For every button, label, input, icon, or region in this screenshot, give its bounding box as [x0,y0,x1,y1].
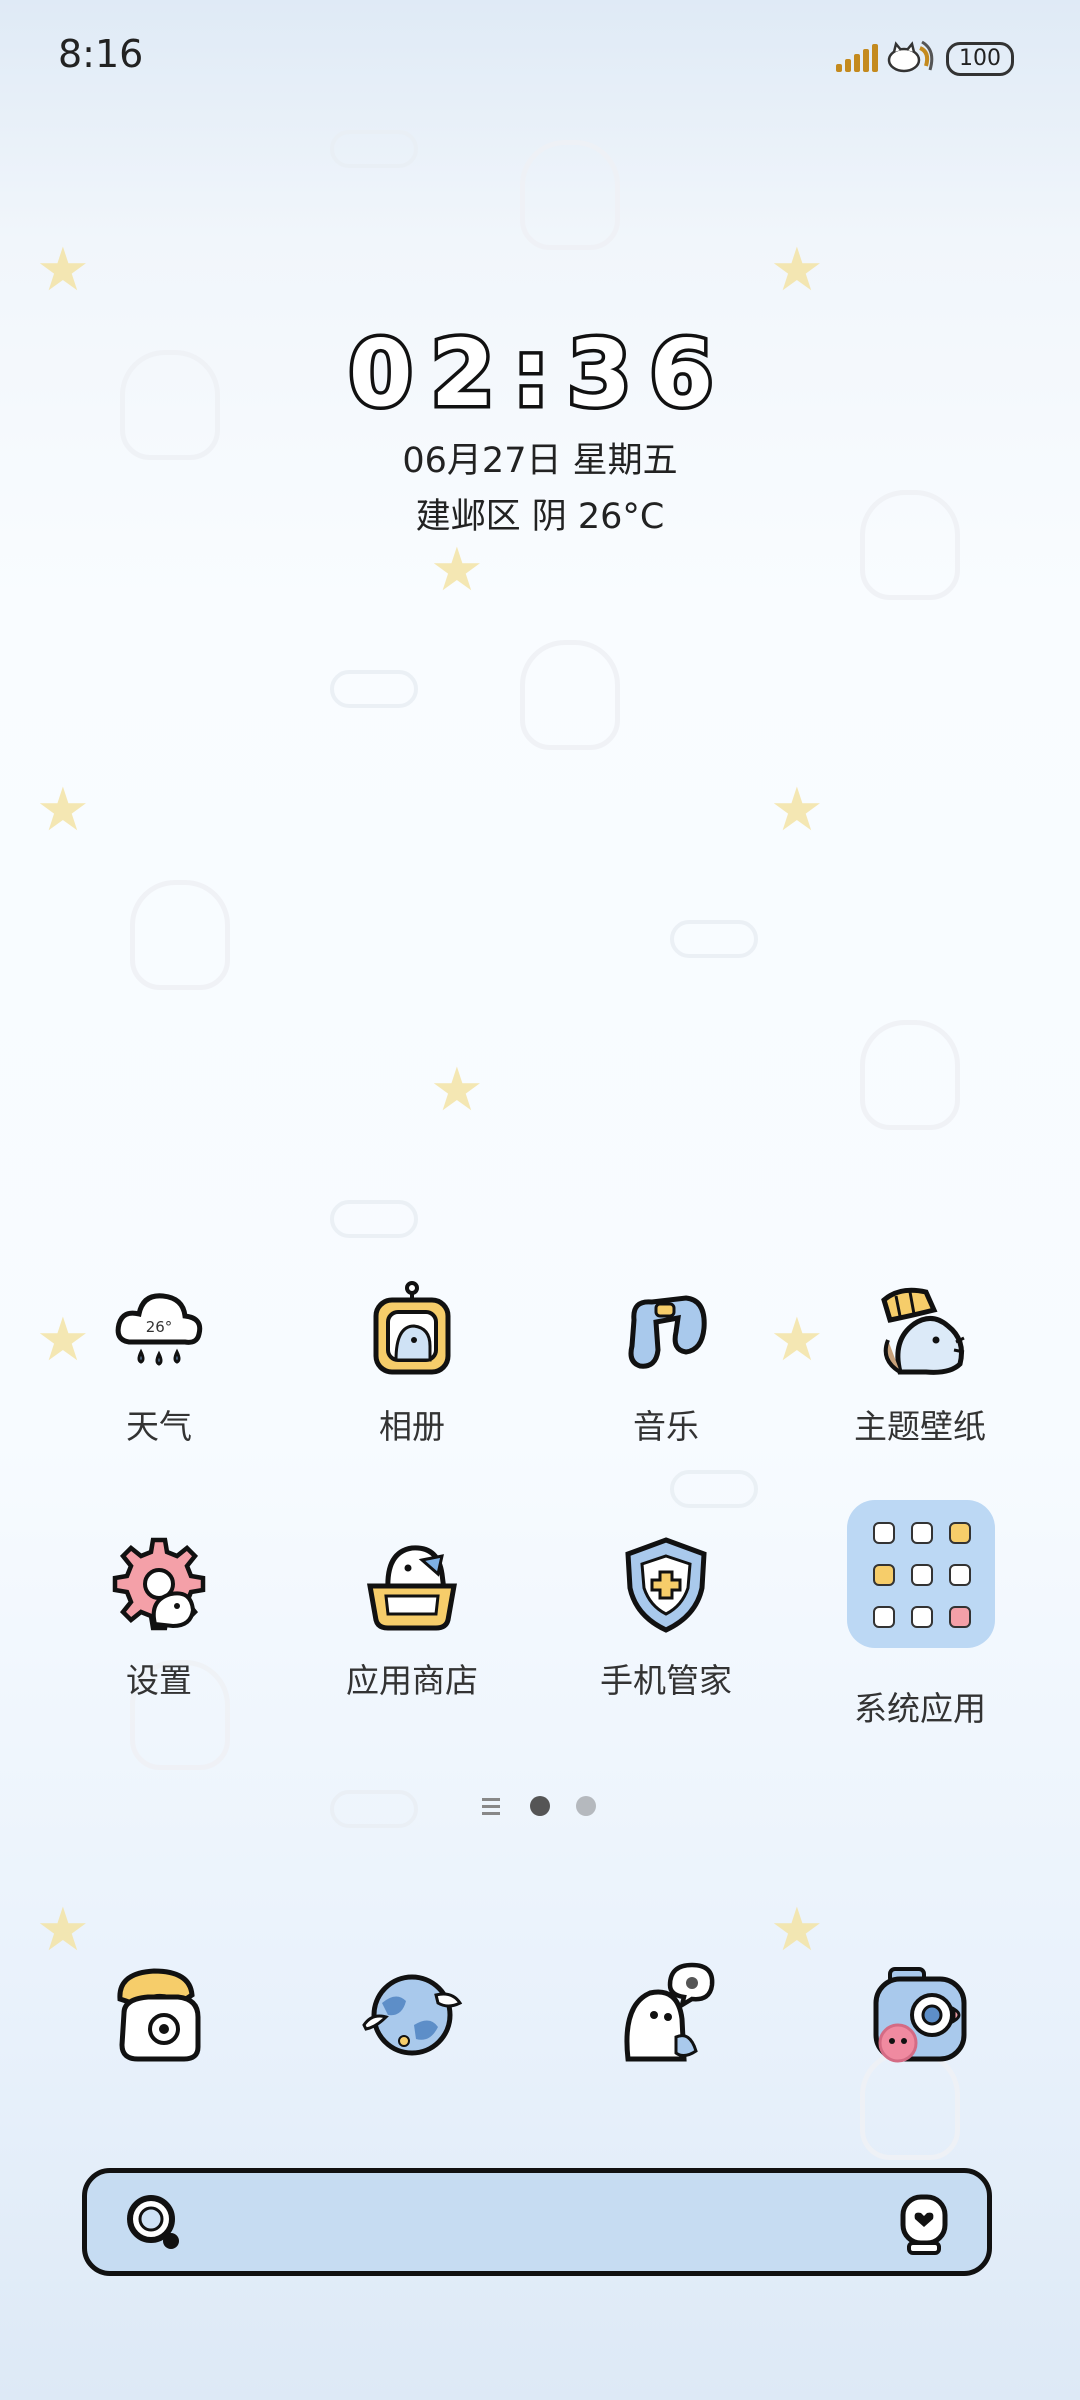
page-indicator[interactable] [0,1792,1080,1822]
status-time: 8:16 [58,32,144,76]
wallpaper-star: ★ [430,1055,484,1125]
store-basket-icon [367,1545,457,1631]
app-music[interactable]: 音乐 [546,1280,786,1448]
date-text: 06月27日 星期五 [402,441,678,481]
folder-mini-app-icon [949,1564,971,1586]
wallpaper-ghost [130,880,230,990]
app-label: 主题壁纸 [854,1407,986,1446]
wallpaper-cloud [330,1200,418,1238]
app-settings[interactable]: 设置 [39,1534,279,1702]
signal-strength-icon [836,44,880,72]
folder-mini-app-icon [873,1606,895,1628]
system-apps-folder[interactable] [847,1500,995,1648]
wallpaper-cloud [330,130,418,168]
wallpaper-ghost [860,1020,960,1130]
page-dot-active[interactable] [530,1796,550,1816]
search-bar[interactable] [82,2168,992,2276]
wallpaper-star: ★ [770,1895,824,1965]
wallpaper-star: ★ [770,235,824,305]
app-drawer-lines-icon[interactable] [482,1798,500,1816]
phone-icon[interactable] [98,1955,218,2075]
weather-text: 建邺区 阴 26°C [415,497,665,537]
clock-time: 02:36 [345,317,732,431]
app-label: 应用商店 [346,1661,478,1700]
status-bar: 8:16 100 [0,0,1080,110]
app-label: 音乐 [633,1407,699,1446]
wallpaper-cloud [670,920,758,958]
theme-character-icon [881,1287,965,1375]
clock-widget[interactable]: 02:36 [0,317,1080,431]
wallpaper-star: ★ [36,775,90,845]
gear-icon [112,1537,206,1631]
messages-ghost-icon[interactable] [606,1955,726,2075]
page-dot[interactable] [576,1796,596,1816]
wallpaper-star: ★ [36,1895,90,1965]
app-label: 设置 [126,1661,192,1700]
wallpaper-star: ★ [430,535,484,605]
folder-mini-app-icon [873,1522,895,1544]
folder-mini-app-icon [911,1522,933,1544]
folder-mini-app-icon [949,1606,971,1628]
wallpaper-star: ★ [36,235,90,305]
folder-mini-app-icon [873,1564,895,1586]
wallpaper-star: ★ [770,775,824,845]
folder-mini-app-icon [949,1522,971,1544]
wallpaper-cloud [670,1470,758,1508]
weather-cloud-icon: 26° [115,1293,203,1366]
folder-mini-app-icon [911,1564,933,1586]
app-gallery[interactable]: 相册 [292,1280,532,1448]
app-label: 手机管家 [600,1661,732,1700]
app-label: 天气 [126,1407,192,1446]
browser-globe-icon[interactable] [352,1955,472,2075]
app-label: 相册 [379,1407,445,1446]
wallpaper-ghost [520,140,620,250]
photo-frame-icon [373,1281,451,1375]
app-store[interactable]: 应用商店 [292,1534,532,1702]
assistant-icon[interactable] [897,2193,951,2257]
app-themes[interactable]: 主题壁纸 [800,1280,1040,1448]
cat-status-icon [887,40,934,73]
shield-plus-icon [625,1537,707,1633]
search-icon[interactable] [123,2191,187,2255]
weather-icon-temp: 26° [146,1318,173,1336]
app-phone-manager[interactable]: 手机管家 [546,1534,786,1702]
folder-mini-app-icon [911,1606,933,1628]
wallpaper-ghost [520,640,620,750]
wallpaper-cloud [330,670,418,708]
app-label: 系统应用 [854,1689,986,1728]
app-weather[interactable]: 26° 天气 [39,1280,279,1448]
battery-indicator: 100 [946,42,1014,76]
camera-icon[interactable] [860,1955,980,2075]
music-note-icon [628,1295,707,1369]
